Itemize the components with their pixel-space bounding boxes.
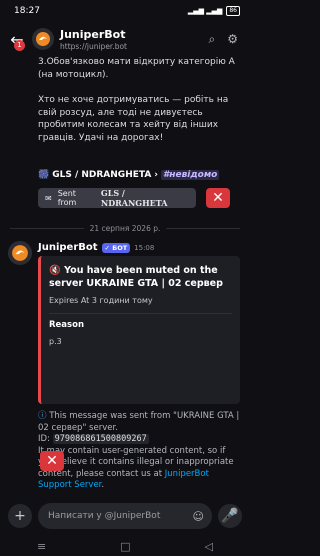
info-icon: ⓘ <box>38 411 47 421</box>
signal-icon: ▂▄▆ ▂▄▆ <box>187 7 223 15</box>
message-input-wrap[interactable]: ☺ <box>38 503 212 529</box>
message-list[interactable]: 3.Обов'язково мати відкриту категорію А … <box>0 56 250 496</box>
battery-icon: 86 <box>226 6 240 16</box>
avatar[interactable] <box>32 28 54 50</box>
juniper-logo-icon <box>36 32 50 46</box>
tag-main: GLS / NDRANGHETA <box>52 170 152 180</box>
bot-badge: ✓ БОТ <box>101 242 131 253</box>
chevron-right-icon: › <box>154 170 158 180</box>
reason-label: Reason <box>49 320 84 330</box>
delete-button[interactable]: ✕ <box>206 188 230 208</box>
info-message: ⓘ This message was sent from "UKRAINE GT… <box>38 411 240 490</box>
gear-icon[interactable]: ⚙ <box>227 32 238 46</box>
back-icon[interactable]: ◁ <box>205 540 213 553</box>
message-text: 3.Обов'язково мати відкриту категорію А … <box>38 57 235 80</box>
close-icon: ✕ <box>46 453 58 469</box>
recents-icon[interactable]: ≡ <box>37 540 46 553</box>
emoji-icon: 🎆 <box>38 170 50 180</box>
system-nav-bar: ≡ □ ◁ <box>0 536 250 556</box>
status-icons: ▂▄▆ ▂▄▆ 86 <box>188 6 240 16</box>
bot-name: JuniperBot <box>60 27 126 41</box>
search-icon[interactable]: ⌕ <box>209 32 216 47</box>
message-author-row: JuniperBot ✓ БОТ 15:08 <box>38 242 154 253</box>
embed-expires: Expires At 3 години тому <box>49 296 153 305</box>
status-bar: 18:27 ▂▄▆ ▂▄▆ 86 <box>0 0 250 22</box>
sent-from-name: GLS / NDRANGHETA <box>100 188 168 208</box>
juniper-logo-icon <box>12 245 28 261</box>
plus-icon: + <box>14 508 26 524</box>
date-label: 21 серпня 2026 р. <box>89 223 161 233</box>
mic-button[interactable]: 🎤 <box>218 504 242 528</box>
server-id[interactable]: 979086861500809267 <box>52 434 149 444</box>
sent-from-prefix: Sent from <box>57 189 77 207</box>
embed-divider <box>49 313 232 314</box>
status-time: 18:27 <box>14 6 40 16</box>
unread-badge: 1 <box>14 40 25 51</box>
author-name[interactable]: JuniperBot <box>38 242 98 253</box>
message-text: Хто не хоче дотримуватись — робіть на св… <box>38 95 229 143</box>
header-title[interactable]: JuniperBot https://juniper.bot <box>60 28 209 51</box>
back-button[interactable]: ← 1 <box>8 30 26 51</box>
message-input[interactable] <box>46 510 187 522</box>
sent-from-button[interactable]: ✉ Sent from GLS / NDRANGHETA <box>38 188 196 208</box>
close-icon: ✕ <box>212 190 224 206</box>
embed-title: 🔇 You have been muted on the server UKRA… <box>49 265 223 289</box>
speaker-muted-icon: 🔇 <box>49 265 61 276</box>
gift-icon[interactable]: ☺ <box>193 510 204 523</box>
home-icon[interactable]: □ <box>120 540 130 553</box>
reason-value: p.3 <box>49 337 62 346</box>
author-avatar[interactable] <box>8 241 32 265</box>
message-composer: + ☺ 🎤 <box>0 496 250 536</box>
tag-line: 🎆 GLS / NDRANGHETA › #невідомо <box>38 170 220 180</box>
delete-button[interactable]: ✕ <box>40 451 64 471</box>
plus-button[interactable]: + <box>8 504 32 528</box>
mic-icon: 🎤 <box>221 508 239 524</box>
message-time: 15:08 <box>134 243 155 252</box>
chat-header: ← 1 JuniperBot https://juniper.bot ⌕ ⚙ <box>0 22 250 56</box>
mute-embed: 🔇 You have been muted on the server UKRA… <box>38 256 240 404</box>
bot-url: https://juniper.bot <box>60 41 128 51</box>
tag-hash: #невідомо <box>161 170 220 180</box>
date-divider: 21 серпня 2026 р. <box>10 223 240 233</box>
envelope-icon: ✉ <box>45 193 52 203</box>
